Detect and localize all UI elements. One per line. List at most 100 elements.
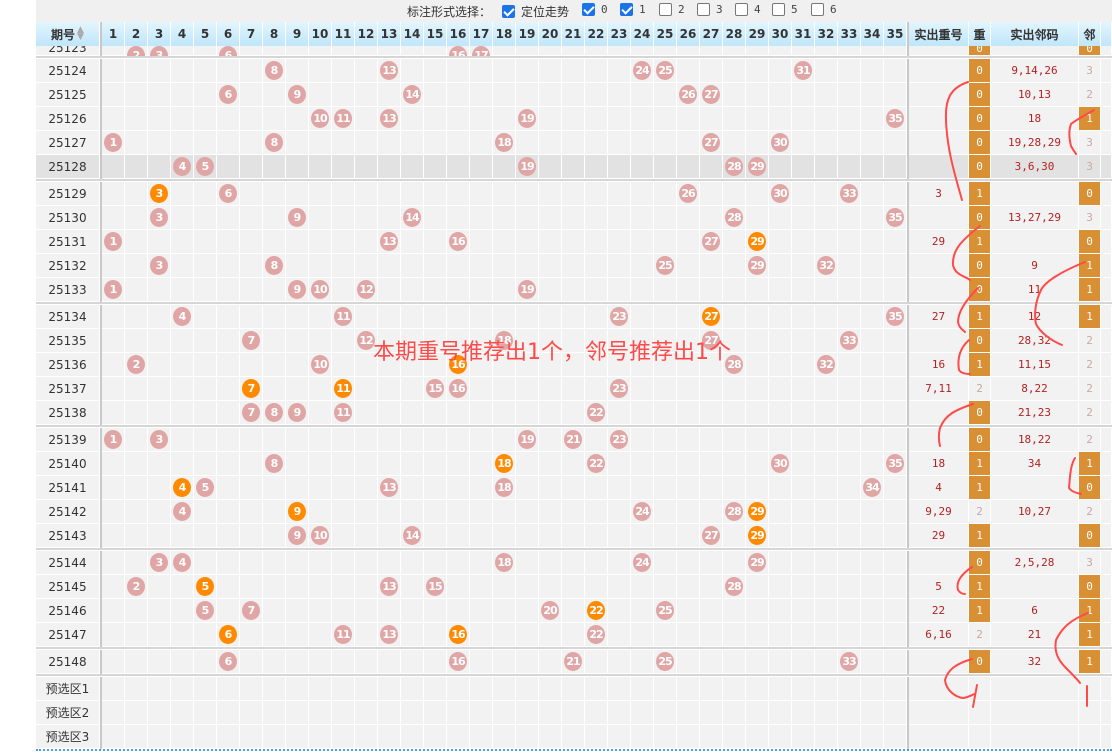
number-cell[interactable]	[447, 725, 470, 749]
checkbox[interactable]	[502, 5, 515, 18]
table-row[interactable]: 25137 7 11 15 16 23 7,11 2 8,22 2	[36, 377, 1112, 401]
number-cell[interactable]	[838, 677, 861, 701]
number-cell[interactable]	[447, 701, 470, 725]
number-cell[interactable]	[769, 701, 792, 725]
number-cell[interactable]	[516, 725, 539, 749]
number-cell[interactable]	[585, 725, 608, 749]
number-cell[interactable]	[838, 701, 861, 725]
number-cell[interactable]	[148, 677, 171, 701]
number-cell[interactable]	[263, 725, 286, 749]
number-cell[interactable]	[332, 725, 355, 749]
number-cell[interactable]	[677, 677, 700, 701]
table-row[interactable]: 25146 5 7 20 22 25 22 1 6 1	[36, 599, 1112, 623]
number-cell[interactable]	[861, 677, 884, 701]
marking-option-4[interactable]: 3	[697, 3, 723, 16]
number-cell[interactable]	[217, 725, 240, 749]
number-cell[interactable]	[539, 701, 562, 725]
preselect-row[interactable]: 预选区2	[36, 701, 1112, 725]
number-cell[interactable]	[585, 701, 608, 725]
number-cell[interactable]	[148, 701, 171, 725]
number-cell[interactable]	[125, 725, 148, 749]
number-cell[interactable]	[240, 701, 263, 725]
number-cell[interactable]	[654, 677, 677, 701]
marking-option-1[interactable]: 0	[582, 3, 608, 16]
number-cell[interactable]	[677, 701, 700, 725]
table-row[interactable]: 25144 3 4 18 24 29 0 2,5,28 3	[36, 551, 1112, 575]
number-cell[interactable]	[171, 677, 194, 701]
number-cell[interactable]	[424, 701, 447, 725]
number-cell[interactable]	[401, 677, 424, 701]
number-cell[interactable]	[677, 725, 700, 749]
number-cell[interactable]	[102, 677, 125, 701]
table-row[interactable]: 25145 2 5 13 15 28 5 1 0	[36, 575, 1112, 599]
number-cell[interactable]	[125, 701, 148, 725]
number-cell[interactable]	[217, 701, 240, 725]
table-row[interactable]: 25141 4 5 13 18 34 4 1 0	[36, 476, 1112, 500]
number-cell[interactable]	[102, 701, 125, 725]
marking-option-5[interactable]: 4	[735, 3, 761, 16]
number-cell[interactable]	[700, 725, 723, 749]
number-cell[interactable]	[447, 677, 470, 701]
number-cell[interactable]	[539, 725, 562, 749]
number-cell[interactable]	[723, 725, 746, 749]
number-cell[interactable]	[240, 725, 263, 749]
number-cell[interactable]	[631, 725, 654, 749]
number-cell[interactable]	[746, 701, 769, 725]
marking-option-7[interactable]: 6	[811, 3, 837, 16]
number-cell[interactable]	[769, 677, 792, 701]
number-cell[interactable]	[309, 677, 332, 701]
number-cell[interactable]	[493, 725, 516, 749]
number-cell[interactable]	[815, 677, 838, 701]
number-cell[interactable]	[355, 677, 378, 701]
number-cell[interactable]	[240, 677, 263, 701]
number-cell[interactable]	[194, 677, 217, 701]
number-cell[interactable]	[792, 677, 815, 701]
number-cell[interactable]	[378, 677, 401, 701]
number-cell[interactable]	[792, 701, 815, 725]
table-row[interactable]: 25129 3 6 26 30 33 3 1 0	[36, 182, 1112, 206]
number-cell[interactable]	[194, 725, 217, 749]
table-row[interactable]: 25134 4 11 23 27 35 27 1 12 1	[36, 305, 1112, 329]
table-row[interactable]: 25131 1 13 16 27 29 29 1 0	[36, 230, 1112, 254]
sort-arrows-icon[interactable]: ▲ ▼	[77, 26, 84, 42]
marking-option-0[interactable]: 定位走势	[502, 3, 569, 20]
number-cell[interactable]	[631, 701, 654, 725]
number-cell[interactable]	[723, 701, 746, 725]
number-cell[interactable]	[171, 701, 194, 725]
number-cell[interactable]	[700, 677, 723, 701]
number-cell[interactable]	[424, 725, 447, 749]
number-cell[interactable]	[654, 725, 677, 749]
number-cell[interactable]	[815, 701, 838, 725]
number-cell[interactable]	[539, 677, 562, 701]
period-header[interactable]: 期号 ▲ ▼	[36, 22, 100, 46]
number-cell[interactable]	[562, 725, 585, 749]
number-cell[interactable]	[378, 701, 401, 725]
number-cell[interactable]	[332, 677, 355, 701]
table-row[interactable]: 25132 3 8 25 29 32 0 9 1	[36, 254, 1112, 278]
marking-option-2[interactable]: 1	[620, 3, 646, 16]
number-cell[interactable]	[332, 701, 355, 725]
number-cell[interactable]	[746, 725, 769, 749]
table-row[interactable]: 25127 1 8 18 27 30 0 19,28,29 3	[36, 131, 1112, 155]
number-cell[interactable]	[424, 677, 447, 701]
number-cell[interactable]	[309, 725, 332, 749]
number-cell[interactable]	[562, 701, 585, 725]
table-row[interactable]: 25147 6 11 13 16 22 6,16 2 21 1	[36, 623, 1112, 647]
number-cell[interactable]	[470, 677, 493, 701]
table-row[interactable]: 25139 1 3 19 21 23 0 18,22 2	[36, 428, 1112, 452]
number-cell[interactable]	[378, 725, 401, 749]
number-cell[interactable]	[516, 677, 539, 701]
checkbox[interactable]	[620, 3, 633, 16]
table-row[interactable]: 25126 10 11 13 19 35 0 18 1	[36, 107, 1112, 131]
number-cell[interactable]	[884, 677, 907, 701]
number-cell[interactable]	[470, 701, 493, 725]
preselect-row[interactable]: 预选区3	[36, 725, 1112, 749]
table-row[interactable]: 25148 6 16 21 25 33 0 32 1	[36, 650, 1112, 674]
number-cell[interactable]	[516, 701, 539, 725]
number-cell[interactable]	[608, 725, 631, 749]
number-cell[interactable]	[217, 677, 240, 701]
table-row[interactable]: 25123 2 3 6 16 17 0 0	[36, 46, 1112, 56]
number-cell[interactable]	[309, 701, 332, 725]
number-cell[interactable]	[263, 701, 286, 725]
checkbox[interactable]	[582, 3, 595, 16]
